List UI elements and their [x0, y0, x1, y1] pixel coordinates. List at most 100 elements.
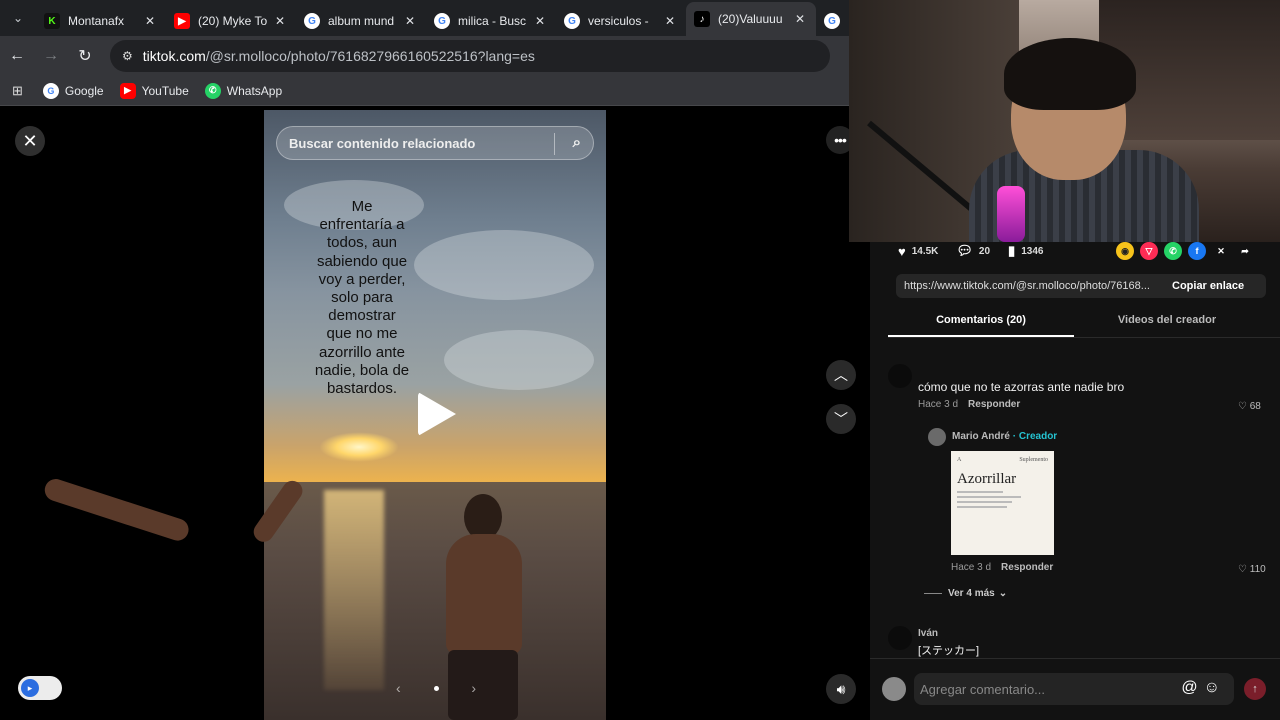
- bookmark-label: Google: [64, 83, 104, 98]
- share-link-text[interactable]: https://www.tiktok.com/@sr.molloco/photo…: [896, 280, 1164, 292]
- photo-caption-overlay: Me enfrentaría a todos, aun sabiendo que…: [314, 198, 410, 398]
- arrow-up-icon: ↑: [1252, 683, 1258, 695]
- close-tab-icon[interactable]: ✕: [662, 14, 678, 28]
- mention-icon[interactable]: @: [1181, 679, 1203, 696]
- search-icon[interactable]: ⌕: [573, 134, 581, 151]
- site-settings-icon[interactable]: ⚙: [122, 49, 133, 63]
- reload-button[interactable]: ↻: [68, 46, 102, 66]
- panel-tabs: Comentarios (20) Videos del creador: [888, 308, 1280, 338]
- prev-slide-icon[interactable]: ‹: [396, 680, 401, 696]
- divider: [924, 593, 942, 594]
- bookmark-label: WhatsApp: [226, 83, 283, 98]
- photo-viewer: ✕ Buscar contenido relacionado ⌕ Me enfr…: [0, 110, 870, 720]
- browser-tab-strip: ⌄ K Montanafx ✕ ▶ (20) Myke To ✕ Galbum mund ✕ G…: [0, 0, 850, 36]
- close-tab-icon[interactable]: ✕: [142, 14, 158, 28]
- comment-icon: 💬︎: [956, 243, 973, 258]
- browser-tab[interactable]: Gs: [816, 6, 846, 36]
- address-bar[interactable]: ⚙ tiktok.com/@sr.molloco/photo/761682796…: [110, 40, 830, 72]
- tab-creator-videos[interactable]: Videos del creador: [1074, 308, 1260, 337]
- details-panel: ♥ 14.5K 💬︎ 20 ▮ 1346 ◉ ▽ ✆ f ✕ ➦ https://ww…: [870, 242, 1280, 720]
- share-arrow-icon[interactable]: ➦: [1236, 242, 1254, 260]
- browser-tab[interactable]: Galbum mund ✕: [296, 6, 426, 36]
- post-comment-button[interactable]: ↑: [1244, 678, 1266, 700]
- apps-grid-icon[interactable]: ⊞: [12, 83, 23, 99]
- browser-tab[interactable]: ♪ (20)Valuuuu ✕: [686, 2, 816, 36]
- avatar[interactable]: [888, 626, 912, 650]
- tabs: K Montanafx ✕ ▶ (20) Myke To ✕ Galbum mund ✕ Gmi…: [36, 0, 846, 36]
- close-tab-icon[interactable]: ✕: [792, 12, 808, 26]
- tab-favicon-icon: G: [434, 13, 450, 29]
- comment-count: 20: [978, 245, 991, 257]
- reply-author[interactable]: Mario André · Creador: [952, 431, 1057, 442]
- related-search-input[interactable]: Buscar contenido relacionado ⌕: [276, 126, 594, 160]
- browser-tab[interactable]: K Montanafx ✕: [36, 6, 166, 36]
- close-tab-icon[interactable]: ✕: [532, 14, 548, 28]
- next-slide-icon[interactable]: ›: [471, 680, 476, 696]
- toggle-knob-icon: ▸: [21, 679, 39, 697]
- bookmark-icon: ▮: [1008, 243, 1016, 258]
- tab-search-dropdown[interactable]: ⌄: [6, 6, 30, 30]
- close-tab-icon[interactable]: ✕: [272, 14, 288, 28]
- tab-favicon-icon: G: [824, 13, 840, 29]
- reply-button[interactable]: Responder: [1001, 562, 1053, 573]
- reply-sticker-image[interactable]: A Suplemento Azorrillar: [951, 451, 1054, 555]
- back-button[interactable]: ←: [0, 47, 34, 65]
- facebook-icon[interactable]: f: [1188, 242, 1206, 260]
- previous-post-button[interactable]: ︿: [826, 360, 856, 390]
- close-tab-icon[interactable]: ✕: [402, 14, 418, 28]
- reply-time: Hace 3 d: [951, 562, 992, 573]
- avatar[interactable]: [888, 364, 912, 388]
- next-post-button[interactable]: ﹀: [826, 404, 856, 434]
- bookmark-whatsapp[interactable]: ✆ WhatsApp: [204, 82, 283, 99]
- comment-stat[interactable]: 💬︎ 20: [956, 243, 990, 259]
- save-stat[interactable]: ▮ 1346: [1008, 243, 1043, 259]
- save-count: 1346: [1021, 245, 1044, 257]
- comment-author[interactable]: Iván: [918, 628, 938, 639]
- google-icon: G: [42, 82, 59, 99]
- browser-tab[interactable]: ▶ (20) Myke To ✕: [166, 6, 296, 36]
- whatsapp-icon: ✆: [204, 82, 221, 99]
- tab-title: (20)Valuuuu: [718, 12, 783, 26]
- heart-outline-icon: ♡: [1238, 564, 1247, 575]
- chevron-down-icon: ﹀: [834, 411, 848, 427]
- like-stat[interactable]: ♥ 14.5K: [898, 244, 938, 259]
- tab-favicon-icon: ▶: [174, 13, 190, 29]
- x-icon[interactable]: ✕: [1212, 242, 1230, 260]
- sun-glare: [324, 490, 384, 690]
- cloud-shape: [414, 230, 594, 300]
- slide-nav: ‹ ›: [396, 680, 476, 696]
- reply-like[interactable]: ♡ 110: [1238, 564, 1266, 575]
- bookmark-google[interactable]: G Google: [42, 82, 104, 99]
- play-icon[interactable]: [418, 392, 456, 436]
- whatsapp-share-icon[interactable]: ✆: [1164, 242, 1182, 260]
- volume-button[interactable]: 🔊︎: [826, 674, 856, 704]
- reply-meta: Hace 3 d Responder: [951, 562, 1053, 573]
- avatar[interactable]: [928, 428, 946, 446]
- reply-like-count: 110: [1249, 564, 1266, 575]
- comment-like-count: 68: [1249, 401, 1261, 412]
- add-comment-placeholder: Agregar comentario...: [920, 681, 1046, 697]
- forward-button[interactable]: →: [34, 47, 68, 65]
- browser-toolbar: ← → ↻ ⚙ tiktok.com/@sr.molloco/photo/761…: [0, 36, 850, 76]
- comment-like[interactable]: ♡ 68: [1238, 401, 1261, 412]
- sun-glow: [319, 432, 399, 462]
- heart-icon: ♥: [898, 243, 906, 259]
- reply-button[interactable]: Responder: [968, 399, 1020, 410]
- tab-favicon-icon: ♪: [694, 11, 710, 27]
- share-link-box: https://www.tiktok.com/@sr.molloco/photo…: [896, 274, 1266, 298]
- bookmark-youtube[interactable]: ▶ YouTube: [119, 82, 189, 99]
- send-icon[interactable]: ▽: [1140, 242, 1158, 260]
- tab-comments[interactable]: Comentarios (20): [888, 308, 1074, 337]
- emoji-icon[interactable]: ☺: [1204, 679, 1226, 696]
- autoscroll-toggle[interactable]: ▸: [18, 676, 62, 700]
- browser-tab[interactable]: Gmilica - Busc ✕: [426, 6, 556, 36]
- close-button[interactable]: ✕: [15, 126, 45, 156]
- copy-link-button[interactable]: Copiar enlace: [1164, 280, 1244, 292]
- slide-dot: [433, 685, 439, 691]
- embed-icon[interactable]: ◉: [1116, 242, 1134, 260]
- view-more-replies[interactable]: Ver 4 más ⌄: [924, 588, 1007, 599]
- browser-tab[interactable]: Gversiculos - ✕: [556, 6, 686, 36]
- add-comment-input[interactable]: Agregar comentario... @☺: [914, 673, 1234, 705]
- tab-title: Montanafx: [68, 14, 125, 28]
- tab-title: versiculos -: [588, 14, 649, 28]
